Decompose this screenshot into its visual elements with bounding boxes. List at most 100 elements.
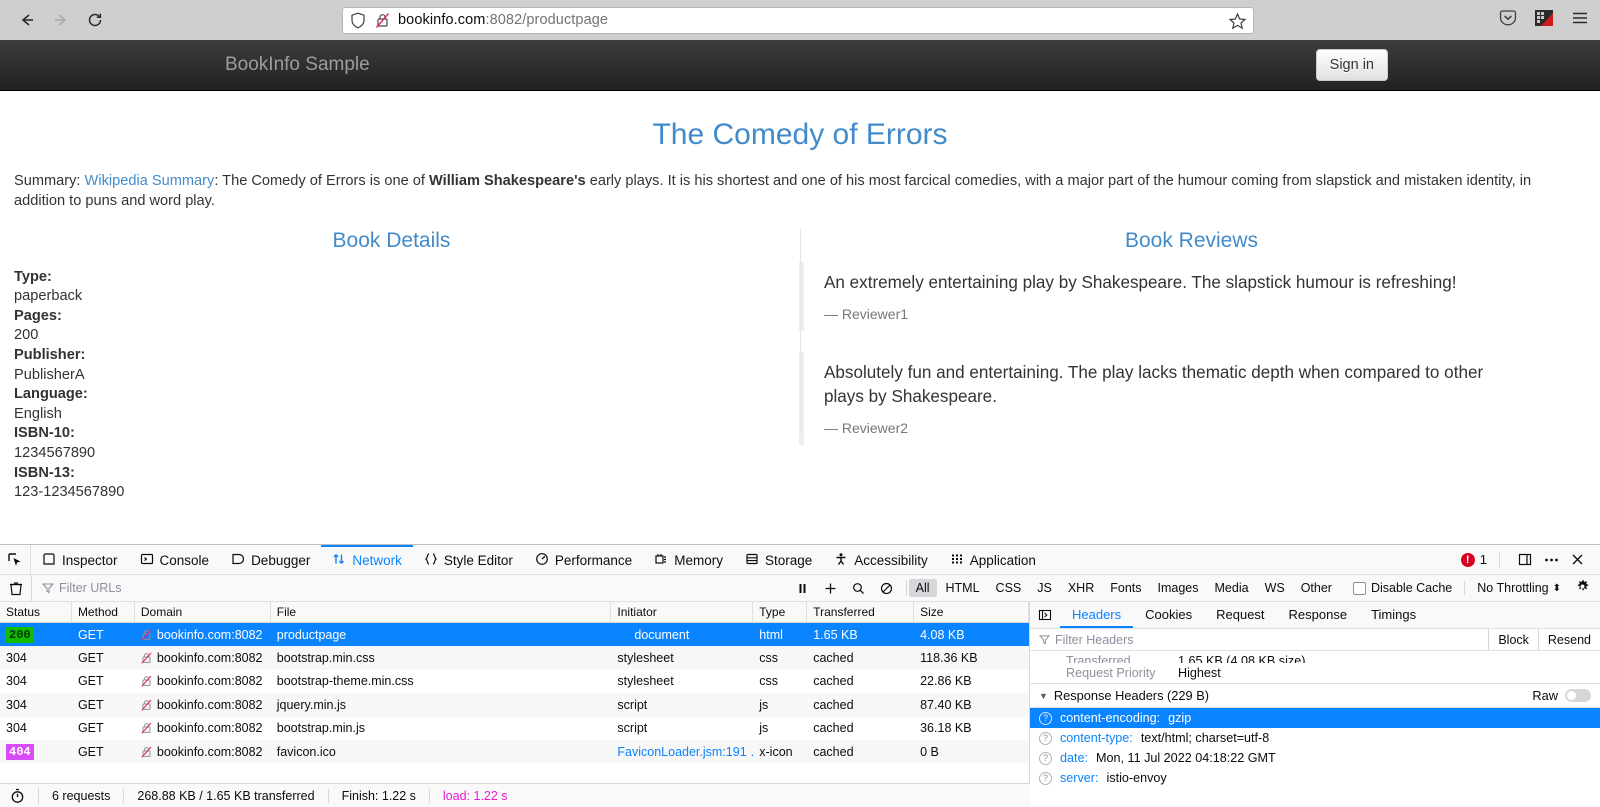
column-header-method[interactable]: Method <box>72 602 135 622</box>
priority-value: Highest <box>1178 666 1221 680</box>
detail-tab-response[interactable]: Response <box>1277 602 1360 628</box>
table-row[interactable]: 304 GET bookinfo.com:8082 bootstrap.min.css… <box>0 646 1029 670</box>
element-picker-button[interactable] <box>0 545 31 574</box>
bookmark-button[interactable] <box>1228 12 1247 36</box>
table-row[interactable]: 304 GET bookinfo.com:8082 bootstrap.min.js s… <box>0 717 1029 740</box>
table-row[interactable]: 304 GET bookinfo.com:8082 jquery.min.js scri… <box>0 693 1029 717</box>
column-header-type[interactable]: Type <box>753 602 808 622</box>
tab-style-editor[interactable]: Style Editor <box>413 545 524 574</box>
tab-accessibility[interactable]: Accessibility <box>823 545 939 574</box>
app-menu-button[interactable] <box>1570 8 1590 33</box>
clear-requests-button[interactable] <box>0 575 32 601</box>
network-settings-button[interactable] <box>1575 579 1590 597</box>
reload-button[interactable] <box>78 5 112 35</box>
header-row[interactable]: ? content-type: text/html; charset=utf-8 <box>1030 728 1600 748</box>
type-filter-images[interactable]: Images <box>1151 579 1206 597</box>
summary-paragraph: Summary: Wikipedia Summary: The Comedy o… <box>14 171 1586 211</box>
header-row[interactable]: ? date: Mon, 11 Jul 2022 04:18:22 GMT <box>1030 748 1600 768</box>
table-row[interactable]: 404 GET bookinfo.com:8082 favicon.ico Favico… <box>0 739 1029 764</box>
type-filter-ws[interactable]: WS <box>1258 579 1292 597</box>
devtools-more-button[interactable] <box>1538 548 1564 572</box>
type-filter-fonts[interactable]: Fonts <box>1103 579 1148 597</box>
column-header-transferred[interactable]: Transferred <box>807 602 915 622</box>
tab-application[interactable]: Application <box>939 545 1047 574</box>
column-header-initiator[interactable]: Initiator <box>611 602 754 622</box>
type-filter-all[interactable]: All <box>908 579 937 597</box>
navbar-brand[interactable]: BookInfo Sample <box>225 54 370 76</box>
table-row[interactable]: 200 GET bookinfo.com:8082 productpage docume… <box>0 623 1029 647</box>
address-bar[interactable]: bookinfo.com:8082/productpage <box>342 6 1254 36</box>
tab-console[interactable]: Console <box>129 545 221 574</box>
help-icon[interactable]: ? <box>1039 751 1052 765</box>
detail-label: Pages: <box>14 307 62 324</box>
type-filter-media[interactable]: Media <box>1208 579 1256 597</box>
column-header-domain[interactable]: Domain <box>135 602 271 622</box>
extension-button[interactable] <box>1534 8 1554 33</box>
resend-button[interactable]: Resend <box>1537 629 1600 650</box>
wikipedia-summary-link[interactable]: Wikipedia Summary <box>85 173 215 189</box>
detail-tab-headers[interactable]: Headers <box>1060 602 1134 628</box>
tab-inspector[interactable]: Inspector <box>31 545 129 574</box>
add-request-button[interactable] <box>818 576 844 600</box>
tab-performance[interactable]: Performance <box>524 545 643 574</box>
back-button[interactable] <box>10 5 44 35</box>
tab-storage[interactable]: Storage <box>734 545 823 574</box>
response-headers-group[interactable]: ▼ Response Headers (229 B) Raw <box>1030 683 1600 708</box>
devtools-close-button[interactable] <box>1564 548 1590 572</box>
chevron-down-icon: ▼ <box>1039 690 1048 701</box>
lock-crossed-icon <box>141 699 152 711</box>
close-x-icon <box>1572 554 1582 565</box>
filter-urls-input[interactable]: Filter URLs <box>32 581 790 595</box>
pocket-button[interactable] <box>1498 8 1518 33</box>
status-text: 304 <box>6 721 27 736</box>
tab-label: Memory <box>674 553 723 568</box>
column-header-size[interactable]: Size <box>914 602 1029 622</box>
lock-crossed-icon <box>141 676 152 688</box>
tab-network[interactable]: Network <box>321 545 413 574</box>
dock-position-button[interactable] <box>1512 548 1538 572</box>
detail-tab-request[interactable]: Request <box>1204 602 1276 628</box>
cell-file: bootstrap.min.css <box>276 651 375 666</box>
block-button[interactable]: Block <box>1488 629 1538 650</box>
gear-icon <box>1577 579 1589 591</box>
finish-time: Finish: 1.22 s <box>329 788 430 803</box>
type-filter-html[interactable]: HTML <box>939 579 987 597</box>
forward-button[interactable] <box>44 5 78 35</box>
devtools-tabbar-actions: ! 1 <box>1460 545 1600 574</box>
lock-crossed-icon <box>141 746 152 758</box>
help-icon[interactable]: ? <box>1039 711 1052 725</box>
type-filter-xhr[interactable]: XHR <box>1061 579 1101 597</box>
disable-cache-checkbox[interactable]: Disable Cache <box>1352 581 1466 595</box>
detail-tab-timings[interactable]: Timings <box>1359 602 1428 628</box>
column-header-file[interactable]: File <box>271 602 612 622</box>
header-row[interactable]: ? content-encoding: gzip <box>1030 708 1600 728</box>
raw-toggle[interactable] <box>1565 689 1591 702</box>
tab-debugger[interactable]: Debugger <box>220 545 321 574</box>
table-row[interactable]: 304 GET bookinfo.com:8082 bootstrap-theme.m… <box>0 670 1029 693</box>
help-icon[interactable]: ? <box>1039 771 1052 785</box>
type-filter-css[interactable]: CSS <box>989 579 1029 597</box>
cell-transferred: cached <box>813 674 854 689</box>
lock-crossed-icon[interactable] <box>375 12 390 29</box>
filter-headers-input[interactable]: Filter Headers <box>1030 633 1488 647</box>
raw-label: Raw <box>1532 688 1558 703</box>
detail-tab-cookies[interactable]: Cookies <box>1133 602 1204 628</box>
error-count-badge[interactable]: ! 1 <box>1460 552 1500 567</box>
cell-file: jquery.min.js <box>276 697 346 712</box>
expand-detail-button[interactable] <box>1030 602 1060 628</box>
blocking-button[interactable] <box>874 576 900 600</box>
header-row[interactable]: ? server: istio-envoy <box>1030 768 1600 788</box>
cell-initiator[interactable]: FaviconLoader.jsm:191 … <box>611 745 753 759</box>
type-filter-js[interactable]: JS <box>1030 579 1059 597</box>
search-requests-button[interactable] <box>846 576 872 600</box>
help-icon[interactable]: ? <box>1039 731 1052 745</box>
tab-memory[interactable]: Memory <box>643 545 734 574</box>
shield-icon[interactable] <box>350 12 366 29</box>
type-filter-other[interactable]: Other <box>1294 579 1339 597</box>
initiator-text: stylesheet <box>617 674 674 689</box>
throttling-dropdown[interactable]: No Throttling ⬍ <box>1477 581 1561 595</box>
sign-in-button[interactable]: Sign in <box>1315 49 1388 81</box>
pause-button[interactable] <box>790 576 816 600</box>
column-header-status[interactable]: Status <box>0 602 72 622</box>
raw-toggle-wrap[interactable]: Raw <box>1532 688 1591 703</box>
